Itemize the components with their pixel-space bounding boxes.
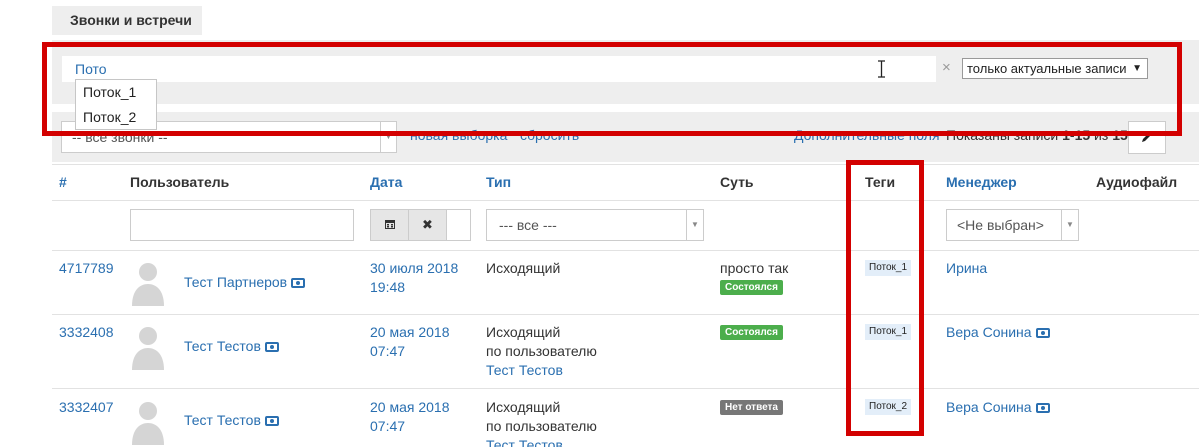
row-manager-link[interactable]: Вера Сонина xyxy=(946,323,1050,342)
column-header-id[interactable]: # xyxy=(59,174,67,190)
row-user-link[interactable]: Тест Тестов xyxy=(184,411,279,430)
user-filter-input[interactable] xyxy=(130,209,354,241)
row-type-user-link[interactable]: Тест Тестов xyxy=(486,362,563,378)
divider xyxy=(52,200,1199,201)
type-filter-select[interactable]: --- все --- ▼ xyxy=(486,209,704,241)
avatar xyxy=(132,263,164,306)
row-type: Исходящий по пользователю Тест Тестов xyxy=(486,324,597,378)
row-type: Исходящий по пользователю Тест Тестов xyxy=(486,398,597,447)
type-filter-value: --- все --- xyxy=(499,217,557,233)
row-manager-link[interactable]: Вера Сонина xyxy=(946,398,1050,417)
column-header-date[interactable]: Дата xyxy=(370,174,402,190)
chevron-down-icon: ▼ xyxy=(686,210,703,240)
divider xyxy=(52,164,1199,165)
date-filter: ✖ xyxy=(370,209,471,241)
row-date-link[interactable]: 30 июля 2018 19:48 xyxy=(370,259,458,297)
manager-filter-select[interactable]: <Не выбран> ▼ xyxy=(946,209,1079,241)
highlight-box-tags xyxy=(846,160,924,436)
camera-icon[interactable] xyxy=(291,278,306,288)
avatar xyxy=(132,327,164,370)
row-date-link[interactable]: 20 мая 2018 07:47 xyxy=(370,398,450,436)
camera-icon[interactable] xyxy=(1035,328,1050,338)
camera-icon[interactable] xyxy=(1035,403,1050,413)
row-type: Исходящий xyxy=(486,260,561,276)
camera-icon[interactable] xyxy=(264,416,279,426)
row-id-link[interactable]: 3332408 xyxy=(59,323,114,342)
row-essence: просто так xyxy=(720,260,789,276)
row-user-link[interactable]: Тест Партнеров xyxy=(184,273,306,292)
status-badge: Нет ответа xyxy=(720,400,783,415)
row-id-link[interactable]: 3332407 xyxy=(59,398,114,417)
tab-calls-meetings[interactable]: Звонки и встречи xyxy=(52,6,202,35)
column-header-essence: Суть xyxy=(720,174,754,190)
row-user-link[interactable]: Тест Тестов xyxy=(184,337,279,356)
highlight-box-search xyxy=(42,42,1182,136)
column-header-user: Пользователь xyxy=(130,174,230,190)
column-header-type[interactable]: Тип xyxy=(486,174,511,190)
column-header-audio: Аудиофайл xyxy=(1096,174,1178,190)
column-header-manager[interactable]: Менеджер xyxy=(946,174,1017,190)
calendar-icon[interactable] xyxy=(371,210,409,240)
row-date-link[interactable]: 20 мая 2018 07:47 xyxy=(370,323,450,361)
clear-date-icon[interactable]: ✖ xyxy=(409,210,447,240)
divider xyxy=(52,314,1199,315)
camera-icon[interactable] xyxy=(264,342,279,352)
manager-filter-value: <Не выбран> xyxy=(957,217,1044,233)
divider xyxy=(52,250,1199,251)
avatar xyxy=(132,402,164,445)
chevron-down-icon: ▼ xyxy=(1061,210,1078,240)
status-badge: Состоялся xyxy=(720,280,783,295)
row-type-user-link[interactable]: Тест Тестов xyxy=(486,437,563,447)
status-badge: Состоялся xyxy=(720,325,783,340)
row-id-link[interactable]: 4717789 xyxy=(59,259,114,278)
divider xyxy=(52,388,1199,389)
row-manager-link[interactable]: Ирина xyxy=(946,259,987,278)
